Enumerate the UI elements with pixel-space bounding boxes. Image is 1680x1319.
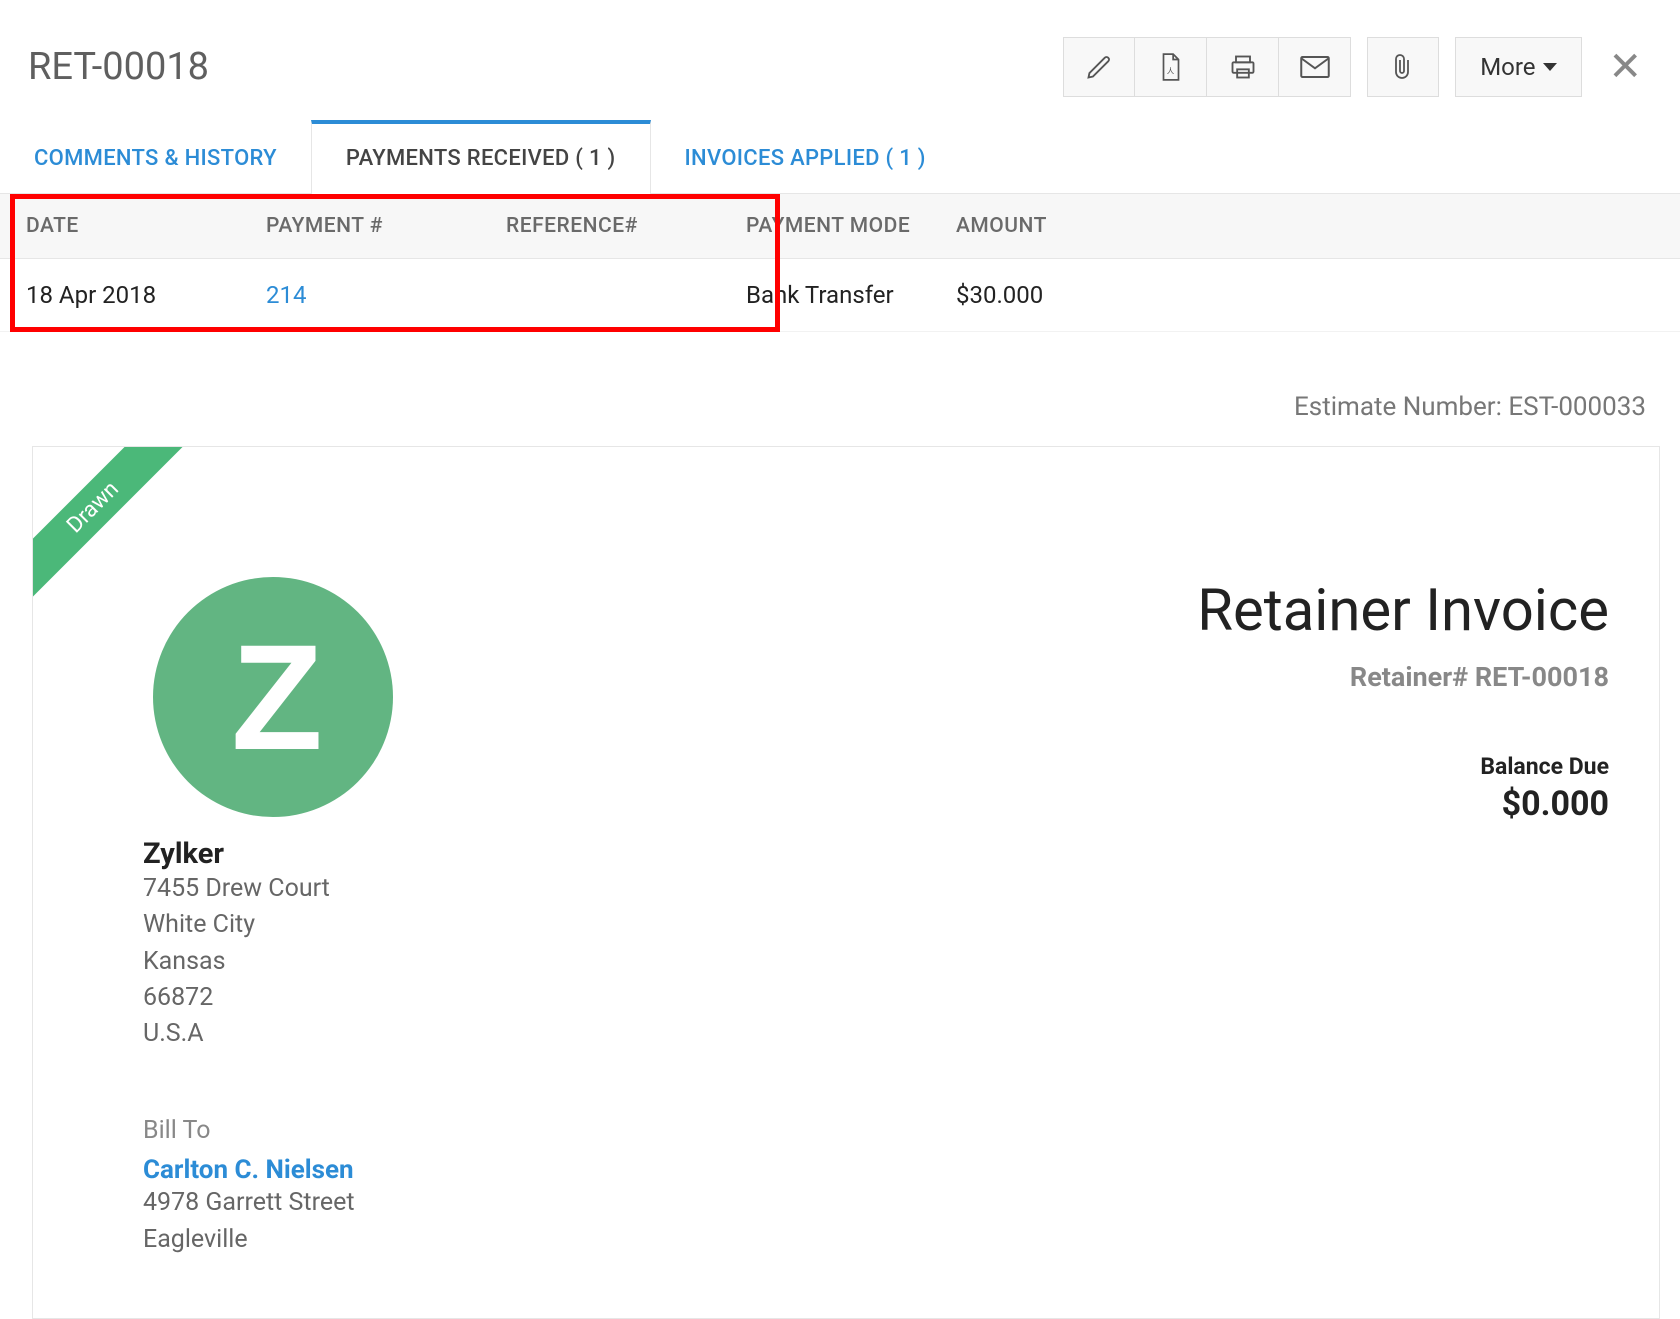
printer-icon <box>1228 53 1258 81</box>
tab-comments[interactable]: COMMENTS & HISTORY <box>0 120 311 193</box>
company-country: U.S.A <box>143 1016 393 1052</box>
pdf-button[interactable]: 人 <box>1135 37 1207 97</box>
balance-value: $0.000 <box>1197 784 1609 824</box>
svg-text:人: 人 <box>1166 66 1174 75</box>
logo-letter: Z <box>231 611 315 784</box>
page-title: RET-00018 <box>28 45 209 89</box>
caret-down-icon <box>1543 63 1557 71</box>
td-date: 18 Apr 2018 <box>26 281 266 309</box>
attach-button[interactable] <box>1367 37 1439 97</box>
tabs: COMMENTS & HISTORY PAYMENTS RECEIVED ( 1… <box>0 120 1680 194</box>
payments-section: DATE PAYMENT # REFERENCE# PAYMENT MODE A… <box>0 194 1680 332</box>
invoice-subtitle: Retainer# RET-00018 <box>1197 661 1609 693</box>
company-zip: 66872 <box>143 980 393 1016</box>
company-addr1: 7455 Drew Court <box>143 871 393 907</box>
bill-to-heading: Bill To <box>143 1116 393 1145</box>
balance-label: Balance Due <box>1197 753 1609 780</box>
td-payment-link[interactable]: 214 <box>266 281 506 309</box>
page-header: RET-00018 人 More ✕ <box>0 0 1680 100</box>
pencil-icon <box>1085 53 1113 81</box>
paperclip-icon <box>1391 52 1415 82</box>
td-reference <box>506 281 746 309</box>
more-button-label: More <box>1480 53 1535 81</box>
toolbar: 人 More ✕ <box>1063 37 1652 97</box>
toolbar-group-1: 人 <box>1063 37 1351 97</box>
more-button[interactable]: More <box>1455 37 1582 97</box>
company-addr3: Kansas <box>143 944 393 980</box>
bill-to-name[interactable]: Carlton C. Nielsen <box>143 1155 393 1185</box>
invoice-card: Drawn Z Zylker 7455 Drew Court White Cit… <box>32 446 1660 1319</box>
company-logo: Z <box>153 577 393 817</box>
edit-button[interactable] <box>1063 37 1135 97</box>
th-reference: REFERENCE# <box>506 214 746 238</box>
th-amount: AMOUNT <box>956 214 1126 238</box>
invoice-left-col: Z Zylker 7455 Drew Court White City Kans… <box>143 577 393 1258</box>
td-amount: $30.000 <box>956 281 1126 309</box>
tab-payments[interactable]: PAYMENTS RECEIVED ( 1 ) <box>311 120 651 194</box>
th-date: DATE <box>26 214 266 238</box>
th-payment: PAYMENT # <box>266 214 506 238</box>
company-name: Zylker <box>143 837 393 871</box>
bill-to-addr2: Eagleville <box>143 1222 393 1258</box>
invoice-title: Retainer Invoice <box>1197 577 1609 645</box>
th-mode: PAYMENT MODE <box>746 214 956 238</box>
table-row: 18 Apr 2018 214 Bank Transfer $30.000 <box>0 259 1680 332</box>
payments-table-header: DATE PAYMENT # REFERENCE# PAYMENT MODE A… <box>0 194 1680 259</box>
tab-invoices[interactable]: INVOICES APPLIED ( 1 ) <box>651 120 960 193</box>
close-button[interactable]: ✕ <box>1598 47 1652 87</box>
invoice-right-col: Retainer Invoice Retainer# RET-00018 Bal… <box>1197 577 1609 1258</box>
td-mode: Bank Transfer <box>746 281 956 309</box>
toolbar-group-2 <box>1367 37 1439 97</box>
email-button[interactable] <box>1279 37 1351 97</box>
print-button[interactable] <box>1207 37 1279 97</box>
estimate-number: Estimate Number: EST-000033 <box>0 332 1680 442</box>
mail-icon <box>1300 55 1330 79</box>
pdf-icon: 人 <box>1158 52 1184 82</box>
bill-to-addr1: 4978 Garrett Street <box>143 1185 393 1221</box>
company-addr2: White City <box>143 907 393 943</box>
